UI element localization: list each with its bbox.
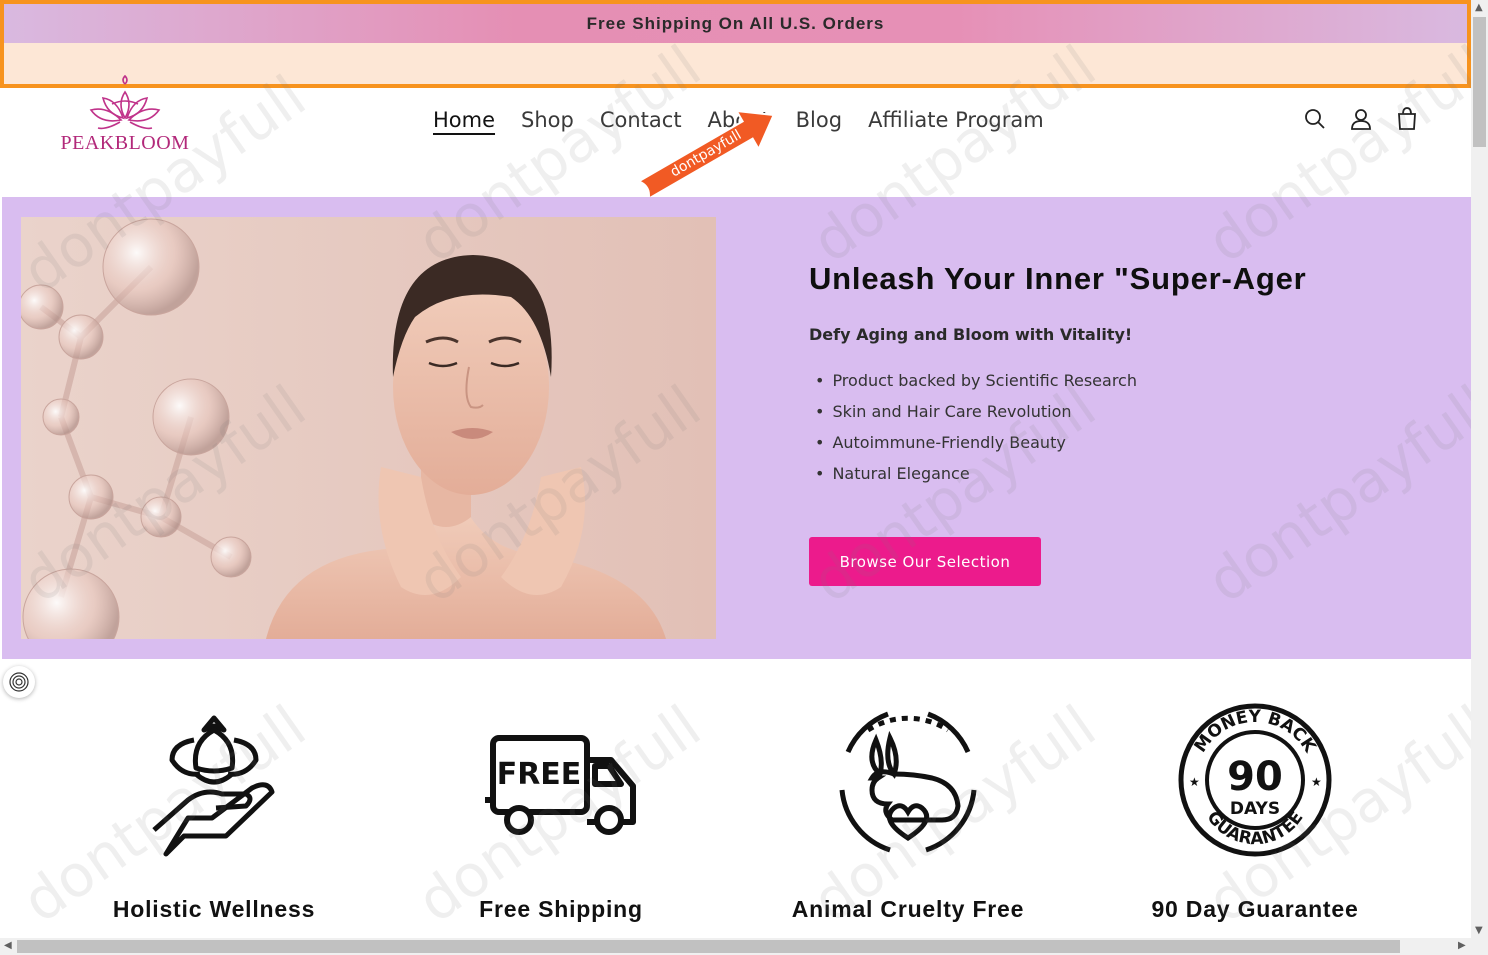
brand-logo[interactable]: PEAKBLOOM — [50, 74, 200, 174]
dontpayfull-ribbon[interactable]: dontpayfull — [633, 100, 793, 201]
browse-selection-button[interactable]: Browse Our Selection — [809, 537, 1041, 586]
feature-label: Free Shipping — [479, 896, 643, 922]
scroll-left-arrow-icon[interactable]: ◀ — [4, 940, 12, 951]
nav-blog[interactable]: Blog — [796, 108, 842, 132]
star-icon: ★ — [1189, 775, 1200, 789]
benefit-item: Skin and Hair Care Revolution — [815, 400, 1137, 431]
nav-shop[interactable]: Shop — [521, 108, 574, 132]
fingerprint-icon[interactable] — [3, 666, 35, 698]
hero-subtitle: Defy Aging and Bloom with Vitality! — [809, 325, 1133, 344]
benefit-item: Autoimmune-Friendly Beauty — [815, 431, 1137, 462]
announcement-strip: Free Shipping On All U.S. Orders — [4, 4, 1467, 43]
search-icon[interactable] — [1302, 106, 1328, 132]
benefit-item: Product backed by Scientific Research — [815, 369, 1137, 400]
nav-affiliate-program[interactable]: Affiliate Program — [868, 108, 1044, 132]
account-icon[interactable] — [1348, 106, 1374, 132]
horizontal-scroll-thumb[interactable] — [17, 940, 1400, 953]
brand-name: PEAKBLOOM — [60, 132, 190, 154]
free-label: FREE — [497, 757, 582, 792]
star-icon: ★ — [1311, 775, 1322, 789]
cart-icon[interactable] — [1394, 106, 1420, 132]
rabbit-heart-icon — [839, 711, 977, 853]
feature-holistic-wellness: Holistic Wellness — [64, 700, 364, 922]
hero-title: Unleash Your Inner "Super-Ager — [809, 261, 1307, 296]
badge-unit: DAYS — [1230, 799, 1280, 819]
header-actions — [1302, 106, 1420, 132]
badge-number: 90 — [1227, 754, 1283, 800]
lotus-hand-icon — [152, 715, 275, 857]
feature-label: 90 Day Guarantee — [1151, 896, 1359, 922]
free-truck-icon: FREE — [485, 735, 636, 835]
nav-home[interactable]: Home — [433, 108, 495, 132]
feature-free-shipping: FREE Free Shipping — [411, 700, 711, 922]
feature-90-day-guarantee: MONEY BACK GUARANTEE 90 DAYS ★ ★ 90 Day … — [1105, 700, 1405, 922]
lotus-logo-icon — [89, 74, 161, 130]
feature-cruelty-free: Animal Cruelty Free — [758, 700, 1058, 922]
scroll-up-arrow-icon[interactable]: ▲ — [1475, 2, 1483, 13]
money-back-badge-icon: MONEY BACK GUARANTEE 90 DAYS ★ ★ — [1178, 703, 1332, 857]
hero-benefits-list: Product backed by Scientific Research Sk… — [815, 369, 1137, 493]
hero-banner: Unleash Your Inner "Super-Ager Defy Agin… — [2, 197, 1471, 659]
scroll-right-arrow-icon[interactable]: ▶ — [1458, 940, 1466, 951]
announcement-bar: Free Shipping On All U.S. Orders — [0, 0, 1471, 88]
feature-label: Holistic Wellness — [112, 896, 316, 922]
hero-image — [21, 217, 716, 639]
scroll-down-arrow-icon[interactable]: ▼ — [1475, 925, 1483, 936]
announcement-text: Free Shipping On All U.S. Orders — [586, 13, 885, 33]
ribbon-text: dontpayfull — [668, 127, 745, 180]
benefit-item: Natural Elegance — [815, 462, 1137, 493]
vertical-scroll-thumb[interactable] — [1473, 17, 1486, 147]
feature-label: Animal Cruelty Free — [791, 896, 1025, 922]
